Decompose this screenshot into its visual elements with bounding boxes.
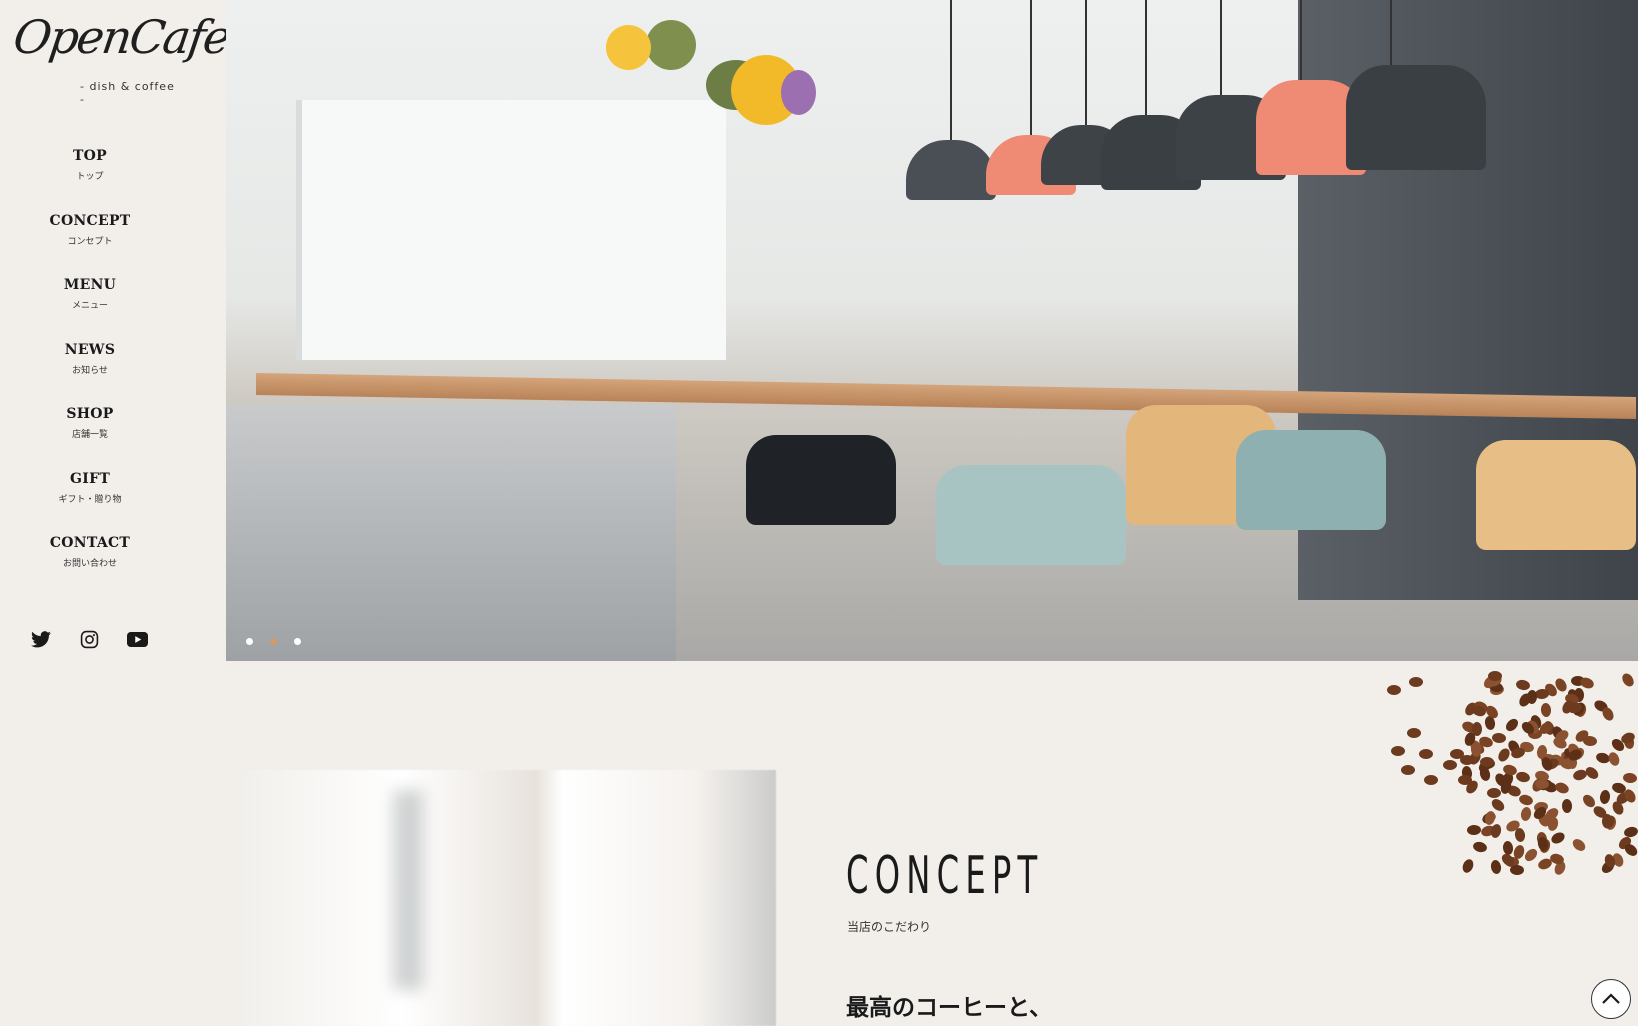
nav-item-label: SHOP — [66, 406, 114, 422]
concept-subtitle: 当店のこだわり — [847, 920, 932, 934]
coffee-bean — [1390, 746, 1405, 757]
youtube-icon[interactable] — [126, 628, 148, 650]
coffee-bean — [1423, 774, 1438, 785]
nav-item-sublabel: ギフト・贈り物 — [58, 494, 122, 505]
social-links — [30, 628, 148, 650]
nav-item-sublabel: お問い合わせ — [62, 559, 117, 569]
coffee-bean — [1622, 772, 1638, 784]
coffee-bean — [1489, 859, 1503, 876]
chair — [746, 435, 896, 525]
logo-script: OpenCafe — [10, 10, 233, 64]
slider-dot-active[interactable] — [270, 638, 277, 645]
nav-item-top[interactable]: TOP トップ — [0, 148, 180, 213]
chair — [1476, 440, 1636, 550]
coffee-bean — [1443, 760, 1458, 771]
nav-item-news[interactable]: NEWS お知らせ — [0, 342, 180, 407]
coffee-bean — [1553, 780, 1570, 796]
coffee-bean — [1549, 830, 1567, 846]
coffee-bean — [1472, 840, 1489, 854]
nav-item-label: MENU — [63, 277, 117, 293]
nav-item-label: NEWS — [64, 341, 116, 358]
coffee-bean — [1599, 789, 1612, 805]
coffee-bean — [1540, 702, 1552, 718]
twitter-icon[interactable] — [30, 628, 52, 650]
slider-dot[interactable] — [246, 638, 253, 645]
concept-heading: 最高のコーヒーと、 — [846, 995, 1053, 1021]
pendant-lamp — [1346, 0, 1486, 170]
coffee-bean — [1509, 864, 1525, 875]
flower-vase — [606, 0, 816, 150]
coffee-bean — [1458, 774, 1473, 785]
coffee-bean — [1600, 705, 1616, 723]
coffee-bean — [1570, 836, 1588, 854]
pendant-lamp — [906, 0, 996, 200]
nav-item-gift[interactable]: GIFT ギフト・贈り物 — [0, 471, 180, 536]
nav-item-menu[interactable]: MENU メニュー — [0, 277, 180, 342]
chevron-up-icon — [1602, 993, 1620, 1004]
coffee-bean — [1519, 805, 1532, 822]
main-nav: TOP トップ CONCEPT コンセプト MENU メニュー NEWS お知ら… — [0, 148, 180, 600]
coffee-bean — [1515, 679, 1531, 692]
coffee-bean — [1623, 825, 1638, 839]
coffee-bean — [1419, 748, 1434, 759]
chair — [1236, 430, 1386, 530]
concept-image — [243, 770, 776, 1026]
chair — [936, 465, 1126, 565]
coffee-bean — [1460, 857, 1475, 875]
nav-item-label: CONTACT — [49, 535, 131, 551]
coffee-bean — [1582, 765, 1601, 782]
nav-item-label: GIFT — [69, 470, 111, 487]
coffee-bean — [1491, 732, 1507, 744]
nav-item-label: CONCEPT — [49, 212, 131, 229]
nav-item-shop[interactable]: SHOP 店舗一覧 — [0, 406, 180, 471]
hero-counter — [226, 405, 676, 661]
coffee-bean — [1407, 727, 1422, 738]
nav-item-sublabel: メニュー — [71, 301, 108, 311]
sidebar: OpenCafe - dish & coffee - TOP トップ CONCE… — [0, 0, 233, 1026]
slider-dots — [246, 638, 301, 645]
nav-item-sublabel: 店舗一覧 — [71, 430, 108, 440]
coffee-bean — [1522, 846, 1540, 864]
coffee-bean — [1479, 756, 1494, 767]
coffee-bean — [1467, 824, 1482, 835]
back-to-top-button[interactable] — [1591, 979, 1631, 1019]
coffee-bean — [1387, 684, 1402, 695]
site-logo[interactable]: OpenCafe - dish & coffee - — [10, 10, 232, 106]
coffee-bean — [1607, 750, 1622, 768]
coffee-bean — [1487, 788, 1502, 799]
coffee-bean — [1459, 754, 1474, 765]
hero-slider — [226, 0, 1638, 661]
coffee-bean — [1503, 716, 1521, 734]
nav-item-sublabel: コンセプト — [67, 236, 113, 247]
coffee-bean — [1620, 671, 1637, 689]
nav-item-contact[interactable]: CONTACT お問い合わせ — [0, 535, 180, 600]
coffee-bean — [1514, 827, 1527, 843]
concept-title: CONCEPT — [846, 846, 1044, 906]
coffee-bean — [1561, 798, 1572, 813]
nav-item-label: TOP — [72, 148, 108, 164]
coffee-bean — [1401, 764, 1416, 775]
coffee-bean — [1471, 721, 1482, 736]
coffee-bean — [1517, 793, 1534, 807]
coffee-beans-image — [1370, 650, 1638, 890]
instagram-icon[interactable] — [78, 628, 100, 650]
nav-item-sublabel: トップ — [76, 172, 104, 182]
slider-dot[interactable] — [294, 638, 301, 645]
coffee-bean — [1409, 676, 1424, 687]
coffee-bean — [1514, 770, 1531, 784]
logo-tagline: - dish & coffee - — [80, 80, 175, 106]
nav-item-concept[interactable]: CONCEPT コンセプト — [0, 213, 180, 278]
nav-item-sublabel: お知らせ — [72, 365, 108, 376]
coffee-bean — [1487, 670, 1502, 681]
